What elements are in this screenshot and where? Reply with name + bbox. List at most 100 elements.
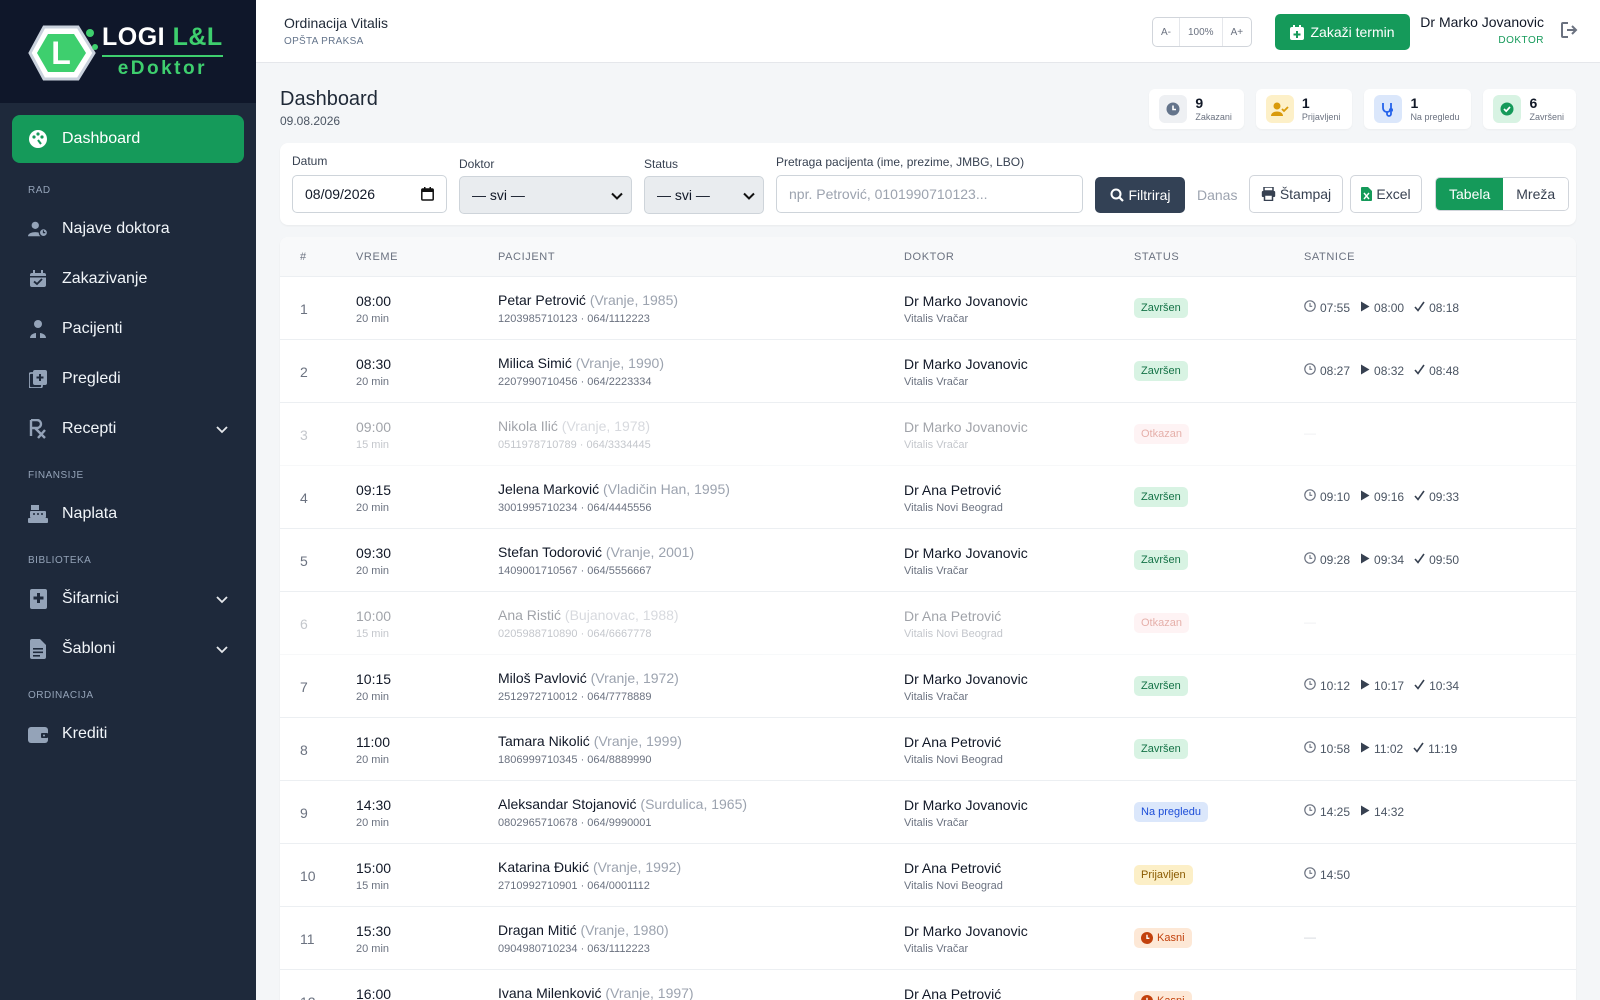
chevron-down-icon[interactable] — [216, 641, 228, 659]
zoom-in-button[interactable]: A+ — [1221, 18, 1252, 46]
status-badge: Završen — [1134, 487, 1188, 507]
today-link[interactable]: Danas — [1197, 187, 1237, 203]
sidebar-item-pregledi[interactable]: Pregledi — [12, 354, 244, 404]
status-text: Kasni — [1157, 995, 1185, 1000]
col-header-status[interactable]: STATUS — [1134, 251, 1179, 263]
check-circle-icon — [1493, 95, 1522, 123]
table-row[interactable]: 7 10:15 20 min Miloš Pavlović (Vranje, 1972… — [280, 655, 1576, 718]
patient-meta: (Vranje, 1990) — [575, 355, 664, 371]
table-row[interactable]: 3 09:00 15 min Nikola Ilić (Vranje, 1978) 05… — [280, 403, 1576, 466]
patient-ids: 0802965710678 · 064/9990001 — [498, 817, 652, 829]
status-text: Završen — [1141, 743, 1181, 755]
patient-name[interactable]: Katarina Đukić — [498, 859, 589, 875]
table-row[interactable]: 9 14:30 20 min Aleksandar Stojanović (Surdu… — [280, 781, 1576, 844]
status-text: Na pregledu — [1141, 806, 1201, 818]
appointment-duration: 20 min — [356, 313, 390, 325]
stat-in-exam[interactable]: 1 Na pregledu — [1364, 89, 1472, 129]
arrival-time: 10:58 — [1320, 741, 1351, 756]
sidebar-item-zakazivanje[interactable]: Zakazivanje — [12, 254, 244, 304]
table-row[interactable]: 6 10:00 15 min Ana Ristić (Bujanovac, 1988)… — [280, 592, 1576, 655]
end-stamp: 08:18 — [1414, 301, 1459, 315]
patient-name[interactable]: Miloš Pavlović — [498, 670, 587, 686]
play-icon — [1360, 490, 1374, 504]
table-row[interactable]: 4 09:15 20 min Jelena Marković (Vladičin Ha… — [280, 466, 1576, 529]
col-header-doctor[interactable]: DOKTOR — [904, 251, 954, 263]
status-text: Otkazan — [1141, 617, 1182, 629]
patient-name[interactable]: Stefan Todorović — [498, 544, 602, 560]
table-row[interactable]: 1216:0020 minIvana Milenković (Vranje, 1… — [280, 970, 1576, 1000]
sidebar-item-label: Šifarnici — [62, 590, 119, 607]
table-row[interactable]: 10 15:00 15 min Katarina Đukić (Vranje, 199… — [280, 844, 1576, 907]
sidebar-item-naplata[interactable]: Naplata — [12, 489, 244, 539]
patient-name[interactable]: Nikola Ilić — [498, 418, 558, 434]
font-zoom-control: A- 100% A+ — [1152, 17, 1253, 47]
sidebar-item-recepti[interactable]: Recepti — [12, 404, 244, 454]
stethoscope-icon — [1374, 95, 1403, 123]
col-header-time[interactable]: VREME — [356, 251, 398, 263]
nav-section-label: FINANSIJE — [28, 470, 84, 481]
table-row[interactable]: 8 11:00 20 min Tamara Nikolić (Vranje, 1999… — [280, 718, 1576, 781]
row-number: 1 — [300, 301, 308, 317]
brand-logo[interactable]: L LOGI L&L eDoktor — [0, 0, 256, 103]
play-icon — [1360, 553, 1374, 567]
zoom-out-button[interactable]: A- — [1153, 18, 1179, 46]
patient-name[interactable]: Tamara Nikolić — [498, 733, 590, 749]
view-table-button[interactable]: Tabela — [1436, 178, 1504, 210]
logo-hexagon-icon: L — [28, 23, 98, 81]
excel-button[interactable]: Excel — [1350, 175, 1422, 213]
appointment-time: 09:00 — [356, 419, 392, 435]
doctor-name: Dr Marko Jovanovic — [904, 419, 1028, 435]
user-clock-icon — [28, 219, 48, 239]
nav-section-label: ORDINACIJA — [28, 690, 94, 701]
table-row[interactable]: 5 09:30 20 min Stefan Todorović (Vranje, 20… — [280, 529, 1576, 592]
view-grid-button[interactable]: Mreža — [1503, 178, 1569, 210]
patient-meta: (Vranje, 1992) — [592, 859, 682, 875]
table-row[interactable]: 11 15:30 20 min Dragan Mitić (Vranje, 1980)… — [280, 907, 1576, 970]
patient-name[interactable]: Milica Simić — [498, 355, 572, 371]
chevron-down-icon[interactable] — [216, 421, 228, 439]
appointment-duration: 15 min — [356, 880, 390, 892]
status-badge: Završen — [1134, 550, 1188, 570]
calendar-icon[interactable] — [421, 187, 434, 204]
patient-name[interactable]: Ivana Milenković — [498, 985, 602, 1000]
stat-completed[interactable]: 6 Završeni — [1483, 89, 1576, 129]
patient-meta: (Vranje, 1985) — [589, 292, 679, 308]
book-appointment-button[interactable]: Zakaži termin — [1275, 14, 1410, 50]
clinic-name: Ordinacija Vitalis — [284, 15, 389, 31]
patient-name[interactable]: Dragan Mitić — [498, 922, 577, 938]
sidebar-item-dashboard[interactable]: Dashboard — [12, 115, 244, 163]
stat-checked-in[interactable]: 1 Prijavljeni — [1255, 89, 1353, 129]
status-select[interactable]: — svi — — [644, 176, 764, 214]
patient-name[interactable]: Ana Ristić — [498, 607, 561, 623]
logout-icon[interactable] — [1561, 22, 1578, 43]
sidebar-item-sabloni[interactable]: Šabloni — [12, 624, 244, 674]
doctor-select[interactable]: — svi — — [459, 176, 632, 214]
table-row[interactable]: 1 08:00 20 min Petar Petrović (Vranje, 1985… — [280, 277, 1576, 340]
sidebar-item-sifarnici[interactable]: Šifarnici — [12, 574, 244, 624]
sidebar-item-pacijenti[interactable]: Pacijenti — [12, 304, 244, 354]
patient-search-input[interactable]: npr. Petrović, 0101990710123... — [776, 175, 1083, 213]
filter-button[interactable]: Filtriraj — [1095, 177, 1185, 213]
date-input[interactable]: 08/09/2026 — [292, 175, 447, 213]
sidebar-item-krediti[interactable]: Krediti — [12, 709, 244, 759]
col-header-patient[interactable]: PACIJENT — [498, 251, 555, 263]
status-badge: Završen — [1134, 298, 1188, 318]
patient-ids: 1806999710345 · 064/8889990 — [498, 754, 652, 766]
timestamps: 09:10 09:16 09:33 — [1304, 489, 1459, 504]
clock-icon — [1304, 300, 1320, 315]
status-select-value: — svi — — [657, 187, 710, 203]
status-badge: Prijavljen — [1134, 865, 1193, 885]
patient-name[interactable]: Jelena Marković — [498, 481, 599, 497]
sidebar-item-najave[interactable]: Najave doktora — [12, 204, 244, 254]
table-row[interactable]: 2 08:30 20 min Milica Simić (Vranje, 1990) 2… — [280, 340, 1576, 403]
sidebar-item-label: Dashboard — [62, 130, 141, 147]
chevron-down-icon[interactable] — [216, 591, 228, 609]
stat-scheduled[interactable]: 9 Zakazani — [1149, 89, 1244, 129]
status-badge: Završen — [1134, 361, 1188, 381]
clock-icon — [1304, 552, 1320, 567]
print-button[interactable]: Štampaj — [1249, 175, 1343, 213]
patient-name[interactable]: Aleksandar Stojanović — [498, 796, 637, 812]
patient-name[interactable]: Petar Petrović — [498, 292, 586, 308]
brand-product: eDoktor — [102, 55, 223, 80]
date-value: 08/09/2026 — [305, 186, 376, 202]
